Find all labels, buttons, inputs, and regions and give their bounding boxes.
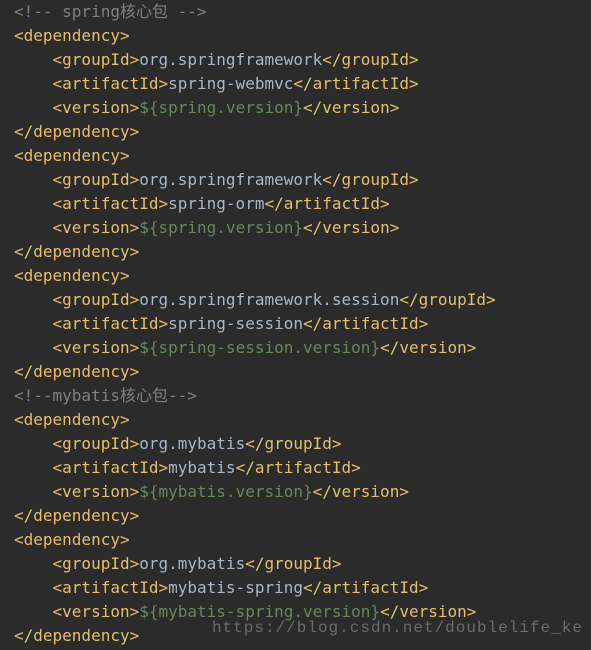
code-line: <version>${mybatis.version}</version>	[14, 480, 577, 504]
code-line: <version>${spring.version}</version>	[14, 96, 577, 120]
code-token: <version>	[14, 338, 139, 357]
code-token: <dependency>	[14, 146, 130, 165]
code-token: </artifactId>	[303, 314, 428, 333]
code-line: <dependency>	[14, 24, 577, 48]
code-token: </groupId>	[399, 290, 495, 309]
code-line: <version>${spring.version}</version>	[14, 216, 577, 240]
code-line: </dependency>	[14, 624, 577, 648]
code-token: <groupId>	[14, 170, 139, 189]
code-token: ${spring.version}	[139, 98, 303, 117]
code-token: <!-- spring核心包 -->	[14, 2, 207, 21]
code-token: </groupId>	[322, 50, 418, 69]
code-token: <version>	[14, 98, 139, 117]
code-token: </dependency>	[14, 362, 139, 381]
code-token: org.springframework	[139, 50, 322, 69]
code-token: org.mybatis	[139, 434, 245, 453]
code-line: <artifactId>mybatis</artifactId>	[14, 456, 577, 480]
code-line: <artifactId>spring-orm</artifactId>	[14, 192, 577, 216]
code-token: </dependency>	[14, 242, 139, 261]
code-token: ${spring.version}	[139, 218, 303, 237]
code-line: <groupId>org.mybatis</groupId>	[14, 432, 577, 456]
code-block: <!-- spring核心包 --> <dependency> <groupId>…	[0, 0, 591, 648]
code-line: <dependency>	[14, 408, 577, 432]
code-token: <artifactId>	[14, 314, 168, 333]
code-token: org.springframework.session	[139, 290, 399, 309]
code-token: </dependency>	[14, 122, 139, 141]
code-token: <dependency>	[14, 530, 130, 549]
code-token: ${mybatis-spring.version}	[139, 602, 380, 621]
code-token: org.springframework	[139, 170, 322, 189]
code-token: <version>	[14, 602, 139, 621]
code-line: <groupId>org.mybatis</groupId>	[14, 552, 577, 576]
code-line: <version>${spring-session.version}</vers…	[14, 336, 577, 360]
code-line: </dependency>	[14, 240, 577, 264]
code-line: <artifactId>spring-webmvc</artifactId>	[14, 72, 577, 96]
code-token: <artifactId>	[14, 458, 168, 477]
code-token: </version>	[380, 338, 476, 357]
code-token: <groupId>	[14, 290, 139, 309]
code-token: <dependency>	[14, 410, 130, 429]
code-line: <artifactId>mybatis-spring</artifactId>	[14, 576, 577, 600]
code-token: <artifactId>	[14, 578, 168, 597]
code-line: <groupId>org.springframework.session</gr…	[14, 288, 577, 312]
code-token: </version>	[303, 218, 399, 237]
code-line: <version>${mybatis-spring.version}</vers…	[14, 600, 577, 624]
code-token: org.mybatis	[139, 554, 245, 573]
code-token: <groupId>	[14, 554, 139, 573]
code-token: <groupId>	[14, 50, 139, 69]
code-token: </artifactId>	[236, 458, 361, 477]
code-token: <groupId>	[14, 434, 139, 453]
code-token: <artifactId>	[14, 74, 168, 93]
code-token: </artifactId>	[303, 578, 428, 597]
code-token: </groupId>	[322, 170, 418, 189]
code-token: <version>	[14, 218, 139, 237]
code-line: <dependency>	[14, 144, 577, 168]
code-token: spring-session	[168, 314, 303, 333]
code-token: spring-orm	[168, 194, 264, 213]
code-line: <!-- spring核心包 -->	[14, 0, 577, 24]
code-line: <groupId>org.springframework</groupId>	[14, 48, 577, 72]
code-line: <groupId>org.springframework</groupId>	[14, 168, 577, 192]
code-token: </version>	[380, 602, 476, 621]
code-token: </dependency>	[14, 626, 139, 645]
code-token: <dependency>	[14, 266, 130, 285]
code-token: </artifactId>	[293, 74, 418, 93]
code-token: spring-webmvc	[168, 74, 293, 93]
code-line: </dependency>	[14, 360, 577, 384]
code-line: <!--mybatis核心包-->	[14, 384, 577, 408]
code-token: </version>	[303, 98, 399, 117]
code-token: </dependency>	[14, 506, 139, 525]
code-token: </groupId>	[245, 554, 341, 573]
code-token: ${mybatis.version}	[139, 482, 312, 501]
code-token: <artifactId>	[14, 194, 168, 213]
code-line: <dependency>	[14, 264, 577, 288]
code-token: </groupId>	[245, 434, 341, 453]
code-line: </dependency>	[14, 504, 577, 528]
code-line: <artifactId>spring-session</artifactId>	[14, 312, 577, 336]
code-token: mybatis-spring	[168, 578, 303, 597]
code-line: <dependency>	[14, 528, 577, 552]
code-token: </artifactId>	[264, 194, 389, 213]
code-token: <!--mybatis核心包-->	[14, 386, 197, 405]
code-token: <version>	[14, 482, 139, 501]
code-token: ${spring-session.version}	[139, 338, 380, 357]
code-token: mybatis	[168, 458, 235, 477]
code-token: <dependency>	[14, 26, 130, 45]
code-token: </version>	[313, 482, 409, 501]
code-line: </dependency>	[14, 120, 577, 144]
